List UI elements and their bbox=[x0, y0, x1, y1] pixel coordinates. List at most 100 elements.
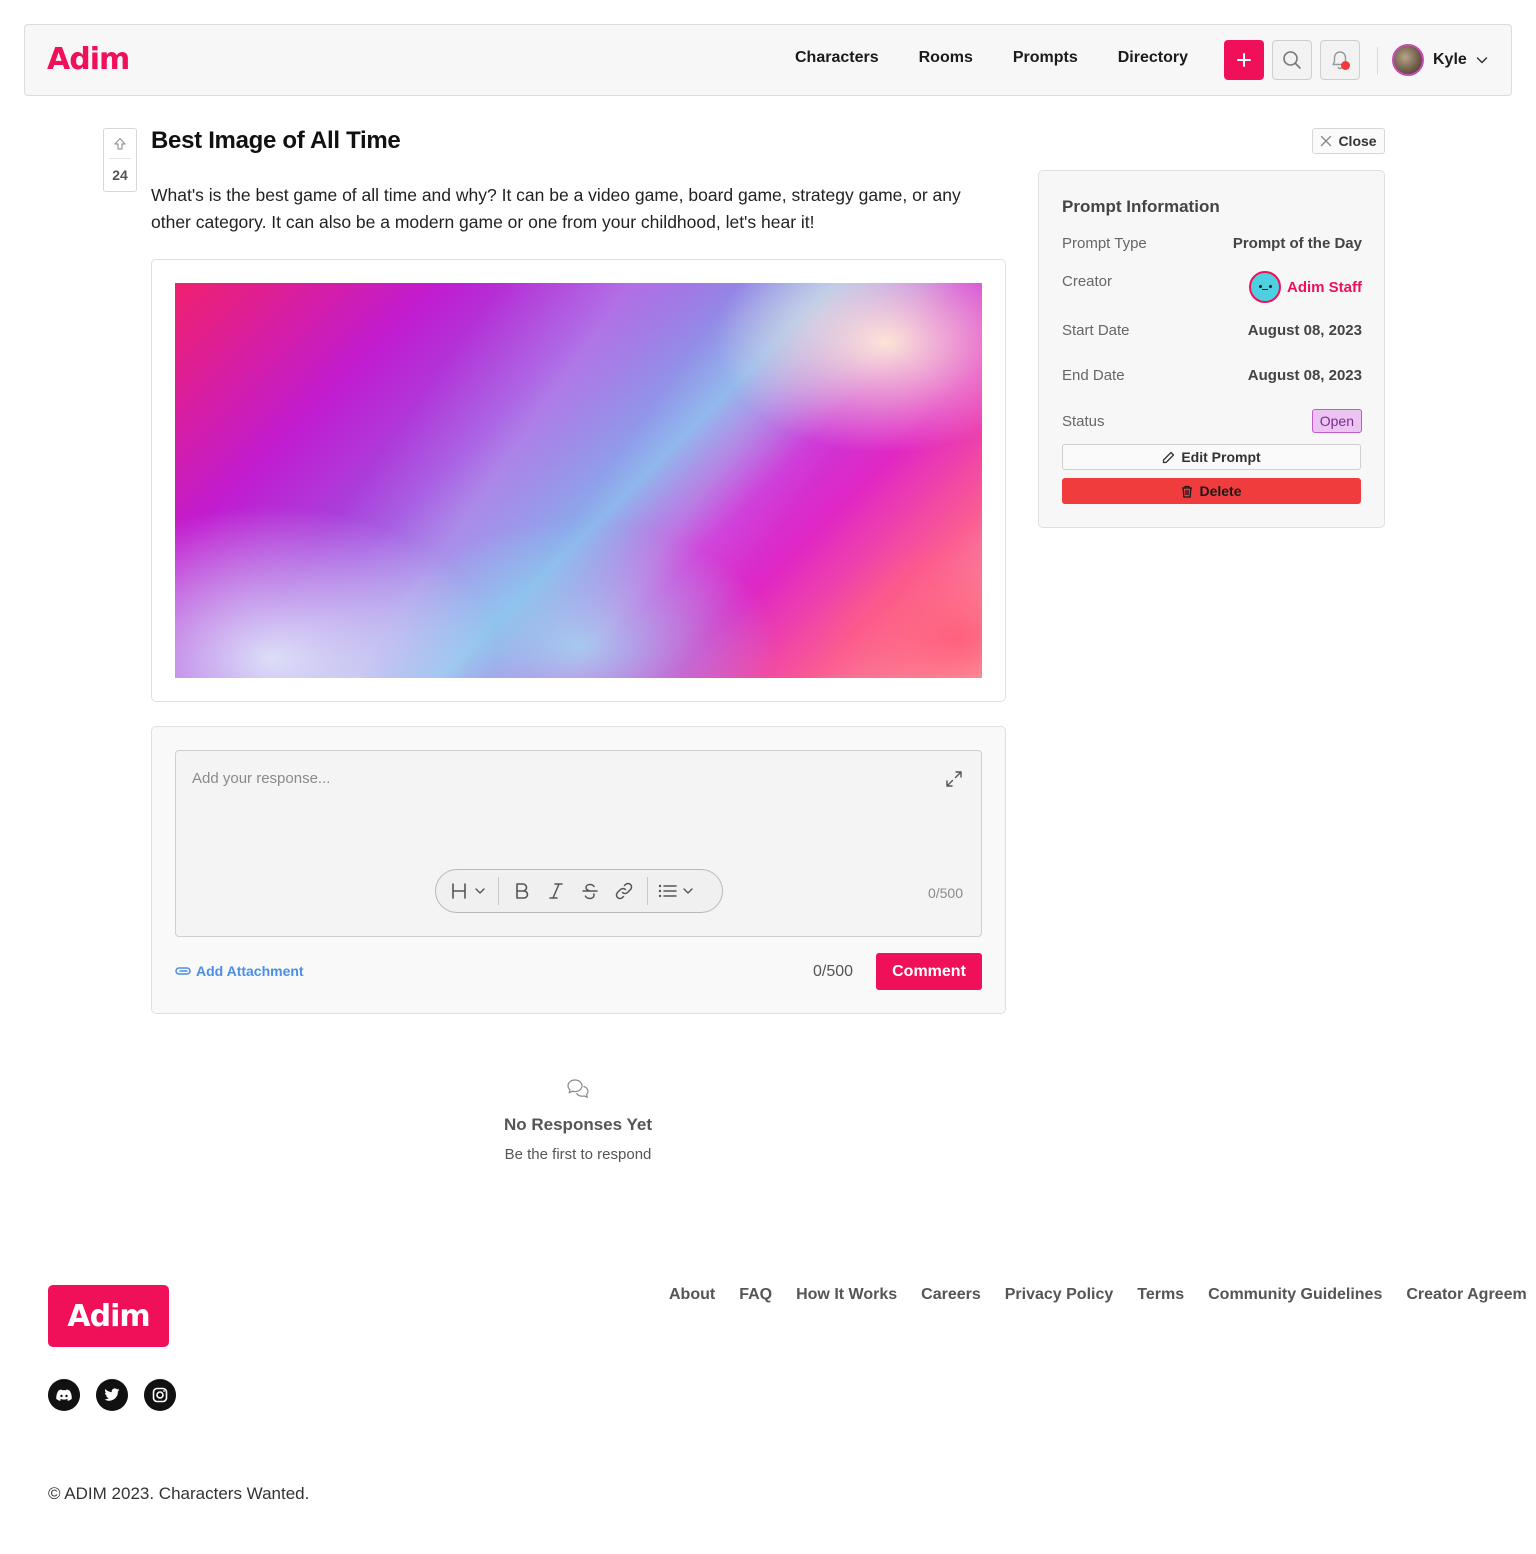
toolbar-divider bbox=[647, 877, 648, 905]
strikethrough-button[interactable] bbox=[573, 876, 607, 906]
toolbar-divider bbox=[498, 877, 499, 905]
info-row-end-date: End Date August 08, 2023 bbox=[1062, 367, 1362, 384]
response-form: Add your response... 0/500 Add Attachmen… bbox=[151, 726, 1006, 1014]
search-button[interactable] bbox=[1272, 40, 1312, 80]
italic-button[interactable] bbox=[539, 876, 573, 906]
arrow-up-icon bbox=[114, 137, 126, 150]
discord-link[interactable] bbox=[48, 1379, 80, 1411]
twitter-icon bbox=[104, 1388, 120, 1401]
instagram-link[interactable] bbox=[144, 1379, 176, 1411]
italic-icon bbox=[549, 883, 563, 899]
chat-bubbles-icon bbox=[567, 1079, 589, 1098]
paperclip-icon bbox=[175, 967, 191, 975]
user-menu[interactable]: Kyle bbox=[1392, 44, 1489, 76]
creator-avatar bbox=[1249, 271, 1281, 303]
avatar bbox=[1392, 44, 1424, 76]
editor-char-count: 0/500 bbox=[927, 885, 963, 901]
discord-icon bbox=[56, 1389, 72, 1401]
footer-link-guidelines[interactable]: Community Guidelines bbox=[1208, 1286, 1382, 1304]
search-icon bbox=[1283, 51, 1301, 69]
info-row-start-date: Start Date August 08, 2023 bbox=[1062, 322, 1362, 339]
heading-dropdown[interactable] bbox=[446, 876, 492, 906]
info-panel-title: Prompt Information bbox=[1062, 197, 1220, 216]
list-dropdown[interactable] bbox=[654, 876, 702, 906]
footer-link-about[interactable]: About bbox=[669, 1286, 715, 1304]
edit-prompt-button[interactable]: Edit Prompt bbox=[1062, 444, 1361, 470]
list-icon bbox=[658, 884, 693, 898]
info-row-status: Status Open bbox=[1062, 409, 1362, 433]
creator-link[interactable]: Adim Staff bbox=[1249, 271, 1362, 303]
footer-link-creator-agreement[interactable]: Creator Agreem bbox=[1406, 1286, 1526, 1304]
creator-name: Adim Staff bbox=[1287, 278, 1362, 296]
plus-icon bbox=[1237, 53, 1251, 67]
add-attachment-link[interactable]: Add Attachment bbox=[175, 963, 304, 979]
edit-prompt-label: Edit Prompt bbox=[1181, 449, 1261, 465]
delete-button[interactable]: Delete bbox=[1062, 478, 1361, 504]
strikethrough-icon bbox=[582, 883, 598, 900]
create-button[interactable] bbox=[1224, 40, 1264, 80]
prompt-image-card bbox=[151, 259, 1006, 702]
link-icon bbox=[615, 882, 633, 900]
footer-link-privacy[interactable]: Privacy Policy bbox=[1005, 1286, 1114, 1304]
notifications-button[interactable] bbox=[1320, 40, 1360, 80]
footer-link-how-it-works[interactable]: How It Works bbox=[796, 1286, 897, 1304]
prompt-info-panel: Prompt Information Prompt Type Prompt of… bbox=[1038, 170, 1385, 528]
main-nav: Characters Rooms Prompts Directory bbox=[795, 49, 1188, 67]
char-count: 0/500 bbox=[813, 963, 854, 980]
expand-icon[interactable] bbox=[944, 769, 964, 789]
prompt-description: What's is the best game of all time and … bbox=[151, 185, 961, 232]
nav-prompts[interactable]: Prompts bbox=[1013, 49, 1078, 67]
bold-icon bbox=[516, 883, 529, 899]
user-name: Kyle bbox=[1433, 51, 1467, 68]
heading-icon bbox=[452, 883, 485, 899]
status-badge: Open bbox=[1311, 409, 1362, 433]
instagram-icon bbox=[152, 1387, 168, 1403]
nav-characters[interactable]: Characters bbox=[795, 49, 879, 67]
pencil-icon bbox=[1163, 451, 1175, 463]
info-row-creator: Creator Adim Staff bbox=[1062, 271, 1362, 303]
vote-count: 24 bbox=[112, 167, 128, 183]
footer-logo-text: Adim bbox=[67, 1298, 150, 1334]
info-row-prompt-type: Prompt Type Prompt of the Day bbox=[1062, 235, 1362, 252]
status-label: Status bbox=[1062, 412, 1105, 430]
link-button[interactable] bbox=[607, 876, 641, 906]
nav-directory[interactable]: Directory bbox=[1118, 49, 1188, 67]
start-date-value: August 08, 2023 bbox=[1247, 322, 1362, 339]
prompt-image[interactable] bbox=[175, 283, 982, 678]
footer-link-careers[interactable]: Careers bbox=[921, 1286, 981, 1304]
comment-button[interactable]: Comment bbox=[876, 953, 982, 990]
response-placeholder: Add your response... bbox=[192, 770, 331, 787]
end-date-label: End Date bbox=[1062, 367, 1125, 384]
twitter-link[interactable] bbox=[96, 1379, 128, 1411]
page-title: Best Image of All Time bbox=[151, 127, 401, 154]
trash-icon bbox=[1182, 485, 1193, 498]
empty-state-title: No Responses Yet bbox=[503, 1115, 653, 1134]
empty-state-subtitle: Be the first to respond bbox=[504, 1146, 652, 1163]
prompt-type-value: Prompt of the Day bbox=[1232, 235, 1362, 252]
vote-box: 24 bbox=[103, 128, 137, 192]
creator-label: Creator bbox=[1062, 273, 1113, 290]
footer-links: About FAQ How It Works Careers Privacy P… bbox=[669, 1286, 1536, 1304]
top-navbar: Adim Characters Rooms Prompts Directory … bbox=[24, 24, 1512, 96]
end-date-value: August 08, 2023 bbox=[1247, 367, 1362, 384]
start-date-label: Start Date bbox=[1062, 322, 1130, 339]
bold-button[interactable] bbox=[505, 876, 539, 906]
close-icon bbox=[1321, 135, 1332, 147]
response-editor[interactable]: Add your response... 0/500 bbox=[175, 750, 982, 937]
logo-text: Adim bbox=[47, 41, 130, 77]
formatting-toolbar bbox=[435, 869, 723, 913]
close-button[interactable]: Close bbox=[1312, 128, 1385, 154]
notification-dot bbox=[1341, 61, 1350, 70]
footer-logo[interactable]: Adim bbox=[48, 1285, 169, 1347]
adim-logo[interactable]: Adim bbox=[47, 41, 130, 77]
footer-link-faq[interactable]: FAQ bbox=[739, 1286, 772, 1304]
delete-label: Delete bbox=[1199, 483, 1242, 499]
empty-state: No Responses Yet Be the first to respond bbox=[430, 1078, 726, 1163]
upvote-button[interactable] bbox=[109, 129, 131, 159]
chevron-down-icon bbox=[1476, 57, 1488, 64]
copyright-text: © ADIM 2023. Characters Wanted. bbox=[48, 1484, 310, 1503]
footer-link-terms[interactable]: Terms bbox=[1137, 1286, 1184, 1304]
header-divider bbox=[1377, 47, 1378, 75]
close-label: Close bbox=[1338, 133, 1377, 149]
nav-rooms[interactable]: Rooms bbox=[919, 49, 973, 67]
